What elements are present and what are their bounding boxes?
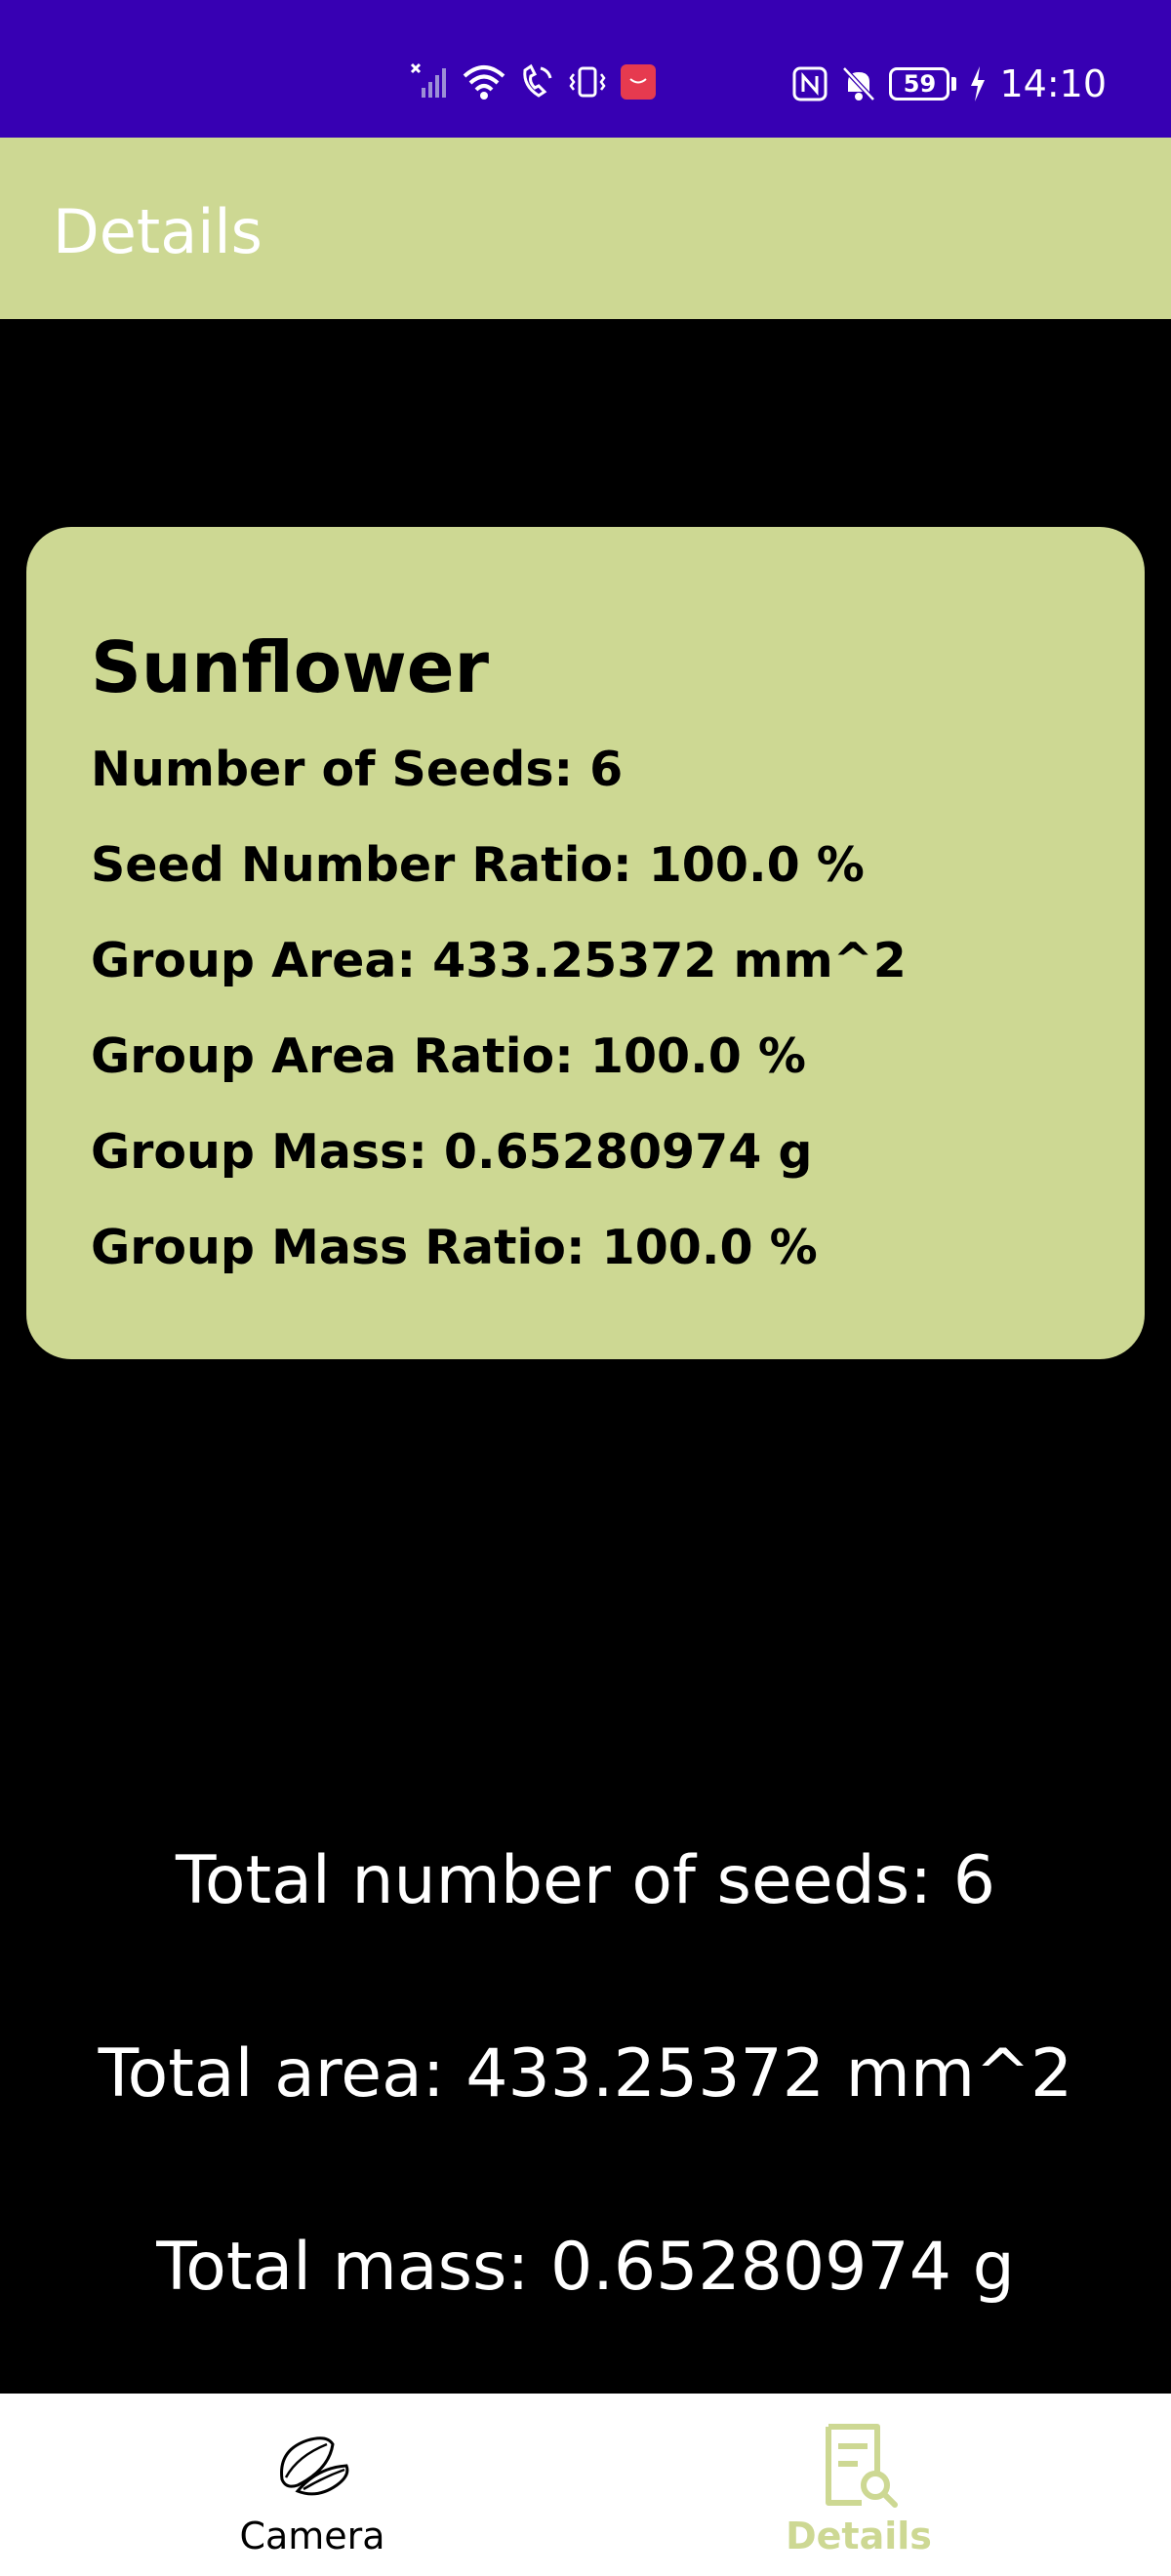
battery-level: 59 [889,67,950,101]
vibrate-icon [568,62,607,101]
nav-camera-label: Camera [239,2515,385,2557]
group-mass: Group Mass: 0.65280974 g [91,1124,813,1180]
nav-camera[interactable]: Camera [0,2394,586,2576]
bottom-navigation: Camera Details [0,2394,1171,2576]
app-bar: Details [0,138,1171,319]
group-mass-ratio: Group Mass Ratio: 100.0 % [91,1220,818,1275]
group-area-ratio: Group Area Ratio: 100.0 % [91,1028,806,1084]
charging-bolt-icon [968,64,988,103]
no-sim-signal-icon [410,62,449,101]
nfc-icon [791,64,828,103]
total-area: Total area: 433.25372 mm^2 [98,2035,1073,2113]
battery-icon: 59 [889,67,957,101]
status-right-icons: 59 14:10 [791,62,1107,105]
total-seeds: Total number of seeds: 6 [175,1842,996,1919]
nav-details-label: Details [786,2515,932,2557]
status-time: 14:10 [999,62,1107,105]
number-of-seeds: Number of Seeds: 6 [91,742,624,797]
group-area: Group Area: 433.25372 mm^2 [91,933,907,988]
totals-section: Total number of seeds: 6 Total area: 433… [0,1842,1171,2422]
status-left-icons [410,62,656,101]
seed-number-ratio: Seed Number Ratio: 100.0 % [91,837,865,893]
page-title: Details [53,196,262,267]
huawei-app-icon [621,64,656,100]
seeds-icon [268,2421,356,2509]
seed-group-title: Sunflower [91,626,490,708]
document-search-icon [815,2421,903,2509]
nav-details[interactable]: Details [586,2394,1171,2576]
seed-group-card: Sunflower Number of Seeds: 6 Seed Number… [26,527,1145,1359]
status-bar: 59 14:10 [0,0,1171,138]
wifi-calling-icon [519,62,554,101]
wifi-icon [463,62,505,101]
bell-muted-icon [840,64,877,103]
